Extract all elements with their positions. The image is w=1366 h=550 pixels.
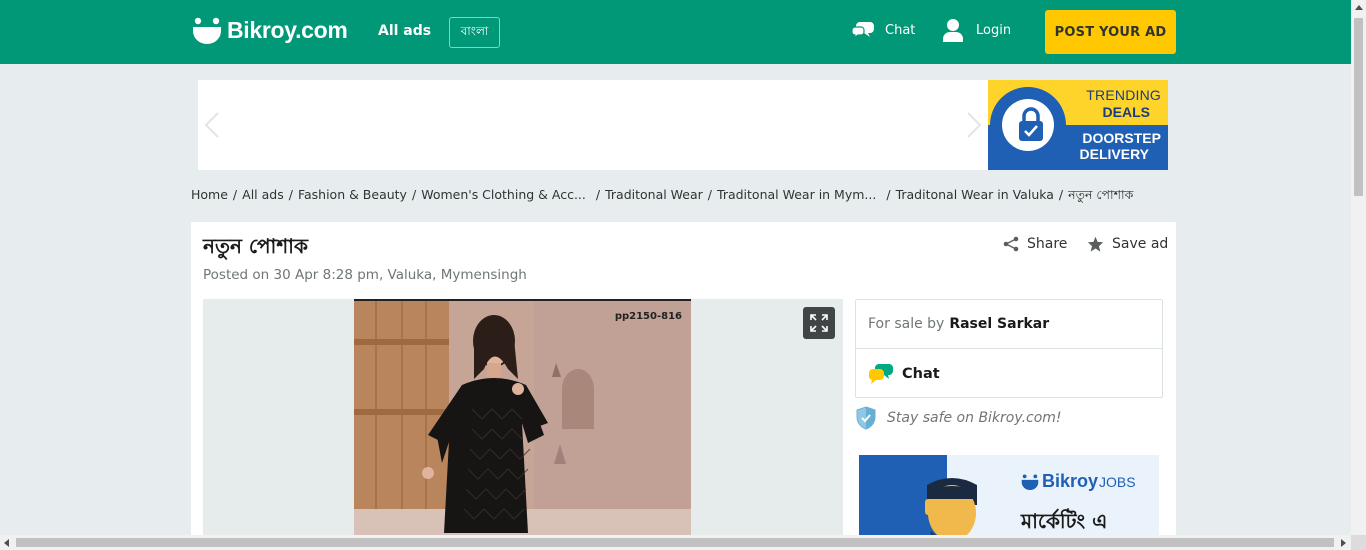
- chevron-right-icon[interactable]: [962, 110, 986, 140]
- breadcrumb-traditional-wear-valuka[interactable]: Traditonal Wear in Valuka: [896, 187, 1054, 202]
- share-button[interactable]: Share: [1003, 236, 1067, 252]
- header-login-link[interactable]: Login: [942, 18, 1011, 42]
- breadcrumb-fashion-beauty[interactable]: Fashion & Beauty: [298, 187, 407, 202]
- nav-all-ads-link[interactable]: All ads: [378, 23, 431, 39]
- horizontal-scrollbar[interactable]: [0, 535, 1351, 550]
- breadcrumb-all-ads[interactable]: All ads: [242, 187, 284, 202]
- post-your-ad-button[interactable]: POST YOUR AD: [1045, 10, 1176, 54]
- expand-icon: [810, 314, 828, 332]
- breadcrumb-home[interactable]: Home: [191, 187, 228, 202]
- vertical-scroll-thumb[interactable]: [1354, 18, 1363, 196]
- logo-face-icon: [193, 17, 221, 44]
- bikroy-jobs-logo: Bikroy JOBS: [1021, 471, 1136, 492]
- share-label: Share: [1027, 236, 1068, 252]
- scroll-right-arrow-icon[interactable]: [1341, 539, 1346, 547]
- promo-text-deals: DEALS: [1102, 104, 1150, 120]
- shield-check-icon: [856, 406, 876, 430]
- promo-text-trending: TRENDING: [1086, 87, 1161, 103]
- share-icon: [1003, 236, 1019, 252]
- breadcrumb-separator: /: [411, 187, 417, 202]
- ad-detail-card: নতুন পোশাক Posted on 30 Apr 8:28 pm, Val…: [191, 222, 1176, 550]
- language-toggle-button[interactable]: বাংলা: [449, 17, 500, 48]
- seller-box: For sale by Rasel Sarkar Chat: [855, 299, 1163, 398]
- promo-text-delivery: DELIVERY: [1079, 146, 1150, 162]
- chat-bubbles-icon: [868, 363, 893, 384]
- seller-name[interactable]: Rasel Sarkar: [949, 316, 1049, 332]
- chat-bubbles-icon: [851, 22, 874, 40]
- photo-code-label: pp2150-816: [614, 311, 682, 322]
- ad-photo[interactable]: pp2150-816: [354, 299, 691, 550]
- chat-with-seller-label: Chat: [902, 365, 940, 382]
- breadcrumb-separator: /: [595, 187, 601, 202]
- top-header: Bikroy.com All ads বাংলা Chat Login POST…: [0, 0, 1351, 64]
- jobs-brand-text: Bikroy: [1042, 471, 1099, 491]
- breadcrumb-separator: /: [232, 187, 238, 202]
- product-photo-illustration: [354, 299, 691, 550]
- ad-posted-meta: Posted on 30 Apr 8:28 pm, Valuka, Mymens…: [203, 267, 527, 283]
- logo-text: Bikroy.com: [227, 17, 348, 43]
- breadcrumb-separator: /: [288, 187, 293, 202]
- lock-icon: [1019, 107, 1043, 141]
- scroll-left-arrow-icon[interactable]: [4, 539, 9, 547]
- for-sale-by-label: For sale by: [868, 316, 945, 332]
- header-login-label: Login: [976, 22, 1012, 38]
- chat-with-seller-button[interactable]: Chat: [856, 349, 1162, 398]
- jobs-brand-suffix: JOBS: [1099, 473, 1136, 490]
- ad-title: নতুন পোশাক: [203, 234, 308, 258]
- header-chat-label: Chat: [885, 22, 916, 38]
- user-icon: [943, 19, 963, 42]
- scroll-up-arrow-icon[interactable]: [1355, 5, 1363, 10]
- stay-safe-notice[interactable]: Stay safe on Bikroy.com!: [855, 406, 1062, 430]
- fullscreen-button[interactable]: [803, 307, 835, 339]
- breadcrumb-separator: /: [1058, 187, 1064, 202]
- logo-face-icon: [1021, 473, 1039, 490]
- site-logo[interactable]: Bikroy.com: [192, 17, 348, 44]
- save-ad-label: Save ad: [1112, 236, 1169, 252]
- stay-safe-label: Stay safe on Bikroy.com!: [887, 410, 1062, 426]
- star-icon: [1087, 236, 1104, 252]
- breadcrumb-womens-clothing[interactable]: Women's Clothing & Acc...: [421, 187, 586, 202]
- breadcrumb-separator: /: [707, 187, 713, 202]
- breadcrumb-current: নতুন পোশাক: [1068, 187, 1134, 202]
- horizontal-scroll-thumb[interactable]: [16, 538, 1334, 547]
- chevron-left-icon[interactable]: [200, 110, 224, 140]
- breadcrumb-traditional-wear-mymensingh[interactable]: Traditonal Wear in Mym...: [717, 187, 876, 202]
- breadcrumb: Home / All ads / Fashion & Beauty / Women's Cl…: [191, 187, 1133, 207]
- seller-row: For sale by Rasel Sarkar: [856, 300, 1162, 349]
- save-ad-button[interactable]: Save ad: [1087, 236, 1168, 252]
- header-chat-link[interactable]: Chat: [851, 20, 915, 40]
- image-gallery: pp2150-816: [203, 299, 843, 550]
- scrollbar-corner: [1351, 535, 1366, 550]
- trending-deals-promo[interactable]: TRENDING DEALS DOORSTEP DELIVERY: [988, 80, 1168, 170]
- promo-text-doorstep: DOORSTEP: [1082, 130, 1161, 146]
- breadcrumb-separator: /: [886, 187, 891, 202]
- promo-banner[interactable]: TRENDING DEALS DOORSTEP DELIVERY: [198, 80, 1168, 170]
- vertical-scrollbar[interactable]: [1351, 0, 1366, 535]
- breadcrumb-traditional-wear[interactable]: Traditonal Wear: [605, 187, 703, 202]
